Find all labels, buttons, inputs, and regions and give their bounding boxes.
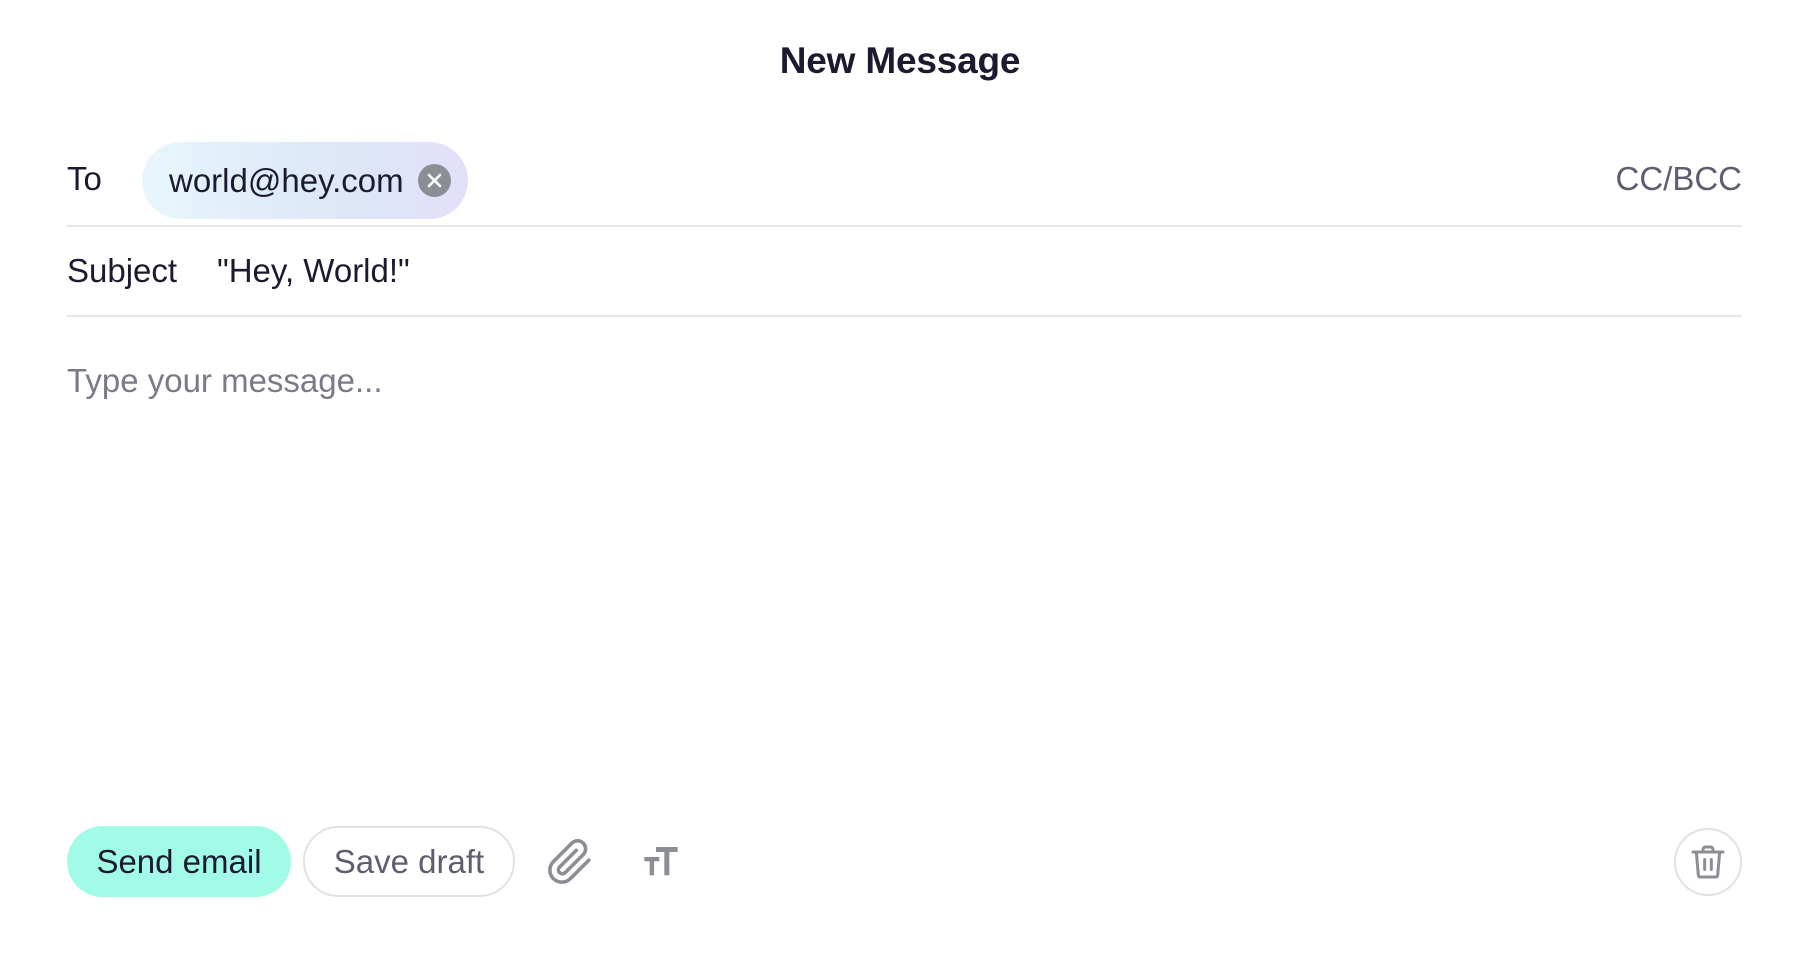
subject-row: Subject "Hey, World!": [67, 227, 1742, 317]
text-format-button[interactable]: [635, 836, 687, 888]
recipient-email: world@hey.com: [169, 161, 404, 199]
remove-recipient-button[interactable]: [417, 164, 451, 197]
message-body-input[interactable]: [67, 362, 1742, 782]
close-icon: [427, 173, 441, 188]
to-label: To: [67, 160, 102, 197]
discard-button[interactable]: [1674, 828, 1742, 896]
subject-label: Subject: [67, 252, 178, 289]
subject-input[interactable]: "Hey, World!": [217, 252, 410, 290]
text-size-icon: [644, 847, 678, 876]
to-row: To world@hey.com CC/BCC: [67, 140, 1742, 227]
send-email-button[interactable]: Send email: [67, 826, 291, 897]
save-draft-button[interactable]: Save draft: [303, 826, 515, 897]
compose-toolbar: Send email Save draft: [67, 826, 1742, 897]
cc-bcc-toggle[interactable]: CC/BCC: [1615, 160, 1742, 198]
paperclip-icon: [548, 839, 591, 884]
recipient-chip[interactable]: world@hey.com: [142, 142, 468, 219]
trash-icon: [1691, 845, 1725, 879]
page-title: New Message: [779, 40, 1021, 81]
attach-button[interactable]: [544, 836, 596, 888]
